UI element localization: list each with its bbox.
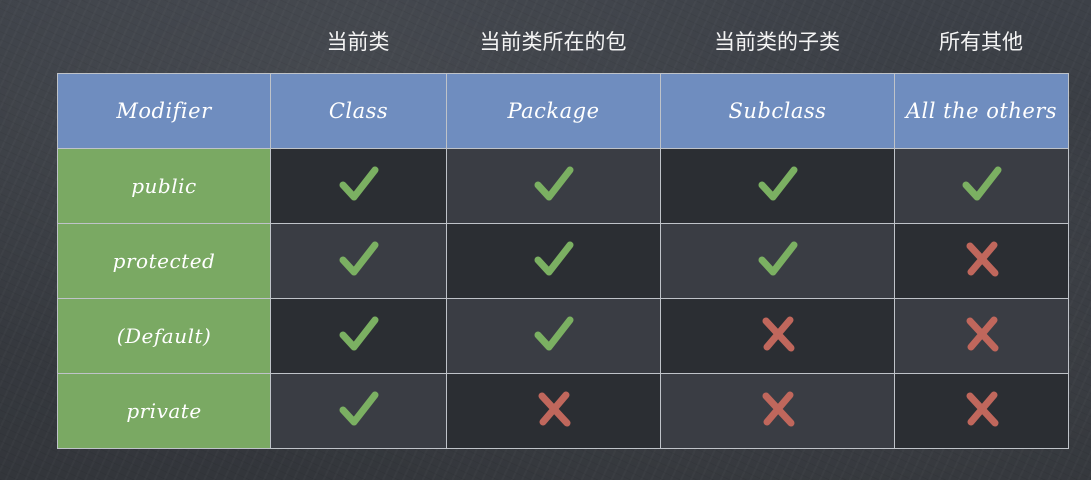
table-row: protected [57,223,1069,299]
access-cell [660,373,895,449]
table-row: private [57,373,1069,449]
access-cell [270,298,447,374]
column-header-class: Class [270,73,447,149]
access-cell [660,298,895,374]
access-cell [446,373,661,449]
check-icon [758,164,798,204]
access-cell [894,223,1069,299]
cross-icon [962,314,1002,354]
check-icon [758,239,798,279]
cross-icon [962,389,1002,429]
check-icon [534,314,574,354]
check-icon [339,389,379,429]
row-label-private: private [57,373,271,449]
access-cell [660,148,895,224]
access-cell [894,373,1069,449]
column-header-modifier: Modifier [57,73,271,149]
table-header-row: Modifier Class Package Subclass All the … [57,73,1069,149]
table-row: (Default) [57,298,1069,374]
cross-icon [758,314,798,354]
access-cell [894,148,1069,224]
header-zh-class: 当前类 [326,30,390,54]
check-icon [534,164,574,204]
row-label-protected: protected [57,223,271,299]
access-modifier-table: Modifier Class Package Subclass All the … [57,73,1069,449]
cross-icon [758,389,798,429]
check-icon [962,164,1002,204]
access-cell [446,223,661,299]
cross-icon [534,389,574,429]
access-cell [446,298,661,374]
header-zh-package: 当前类所在的包 [479,30,627,54]
chinese-header-row: 当前类 当前类所在的包 当前类的子类 所有其他 [0,22,1091,62]
access-cell [446,148,661,224]
access-cell [660,223,895,299]
check-icon [534,239,574,279]
cross-icon [962,239,1002,279]
column-header-subclass: Subclass [660,73,895,149]
check-icon [339,239,379,279]
header-zh-subclass: 当前类的子类 [714,30,840,54]
check-icon [339,164,379,204]
header-zh-others: 所有其他 [939,30,1023,54]
access-cell [894,298,1069,374]
access-cell [270,148,447,224]
check-icon [339,314,379,354]
access-cell [270,223,447,299]
table-row: public [57,148,1069,224]
column-header-others: All the others [894,73,1069,149]
row-label-public: public [57,148,271,224]
access-cell [270,373,447,449]
row-label-default: (Default) [57,298,271,374]
column-header-package: Package [446,73,661,149]
